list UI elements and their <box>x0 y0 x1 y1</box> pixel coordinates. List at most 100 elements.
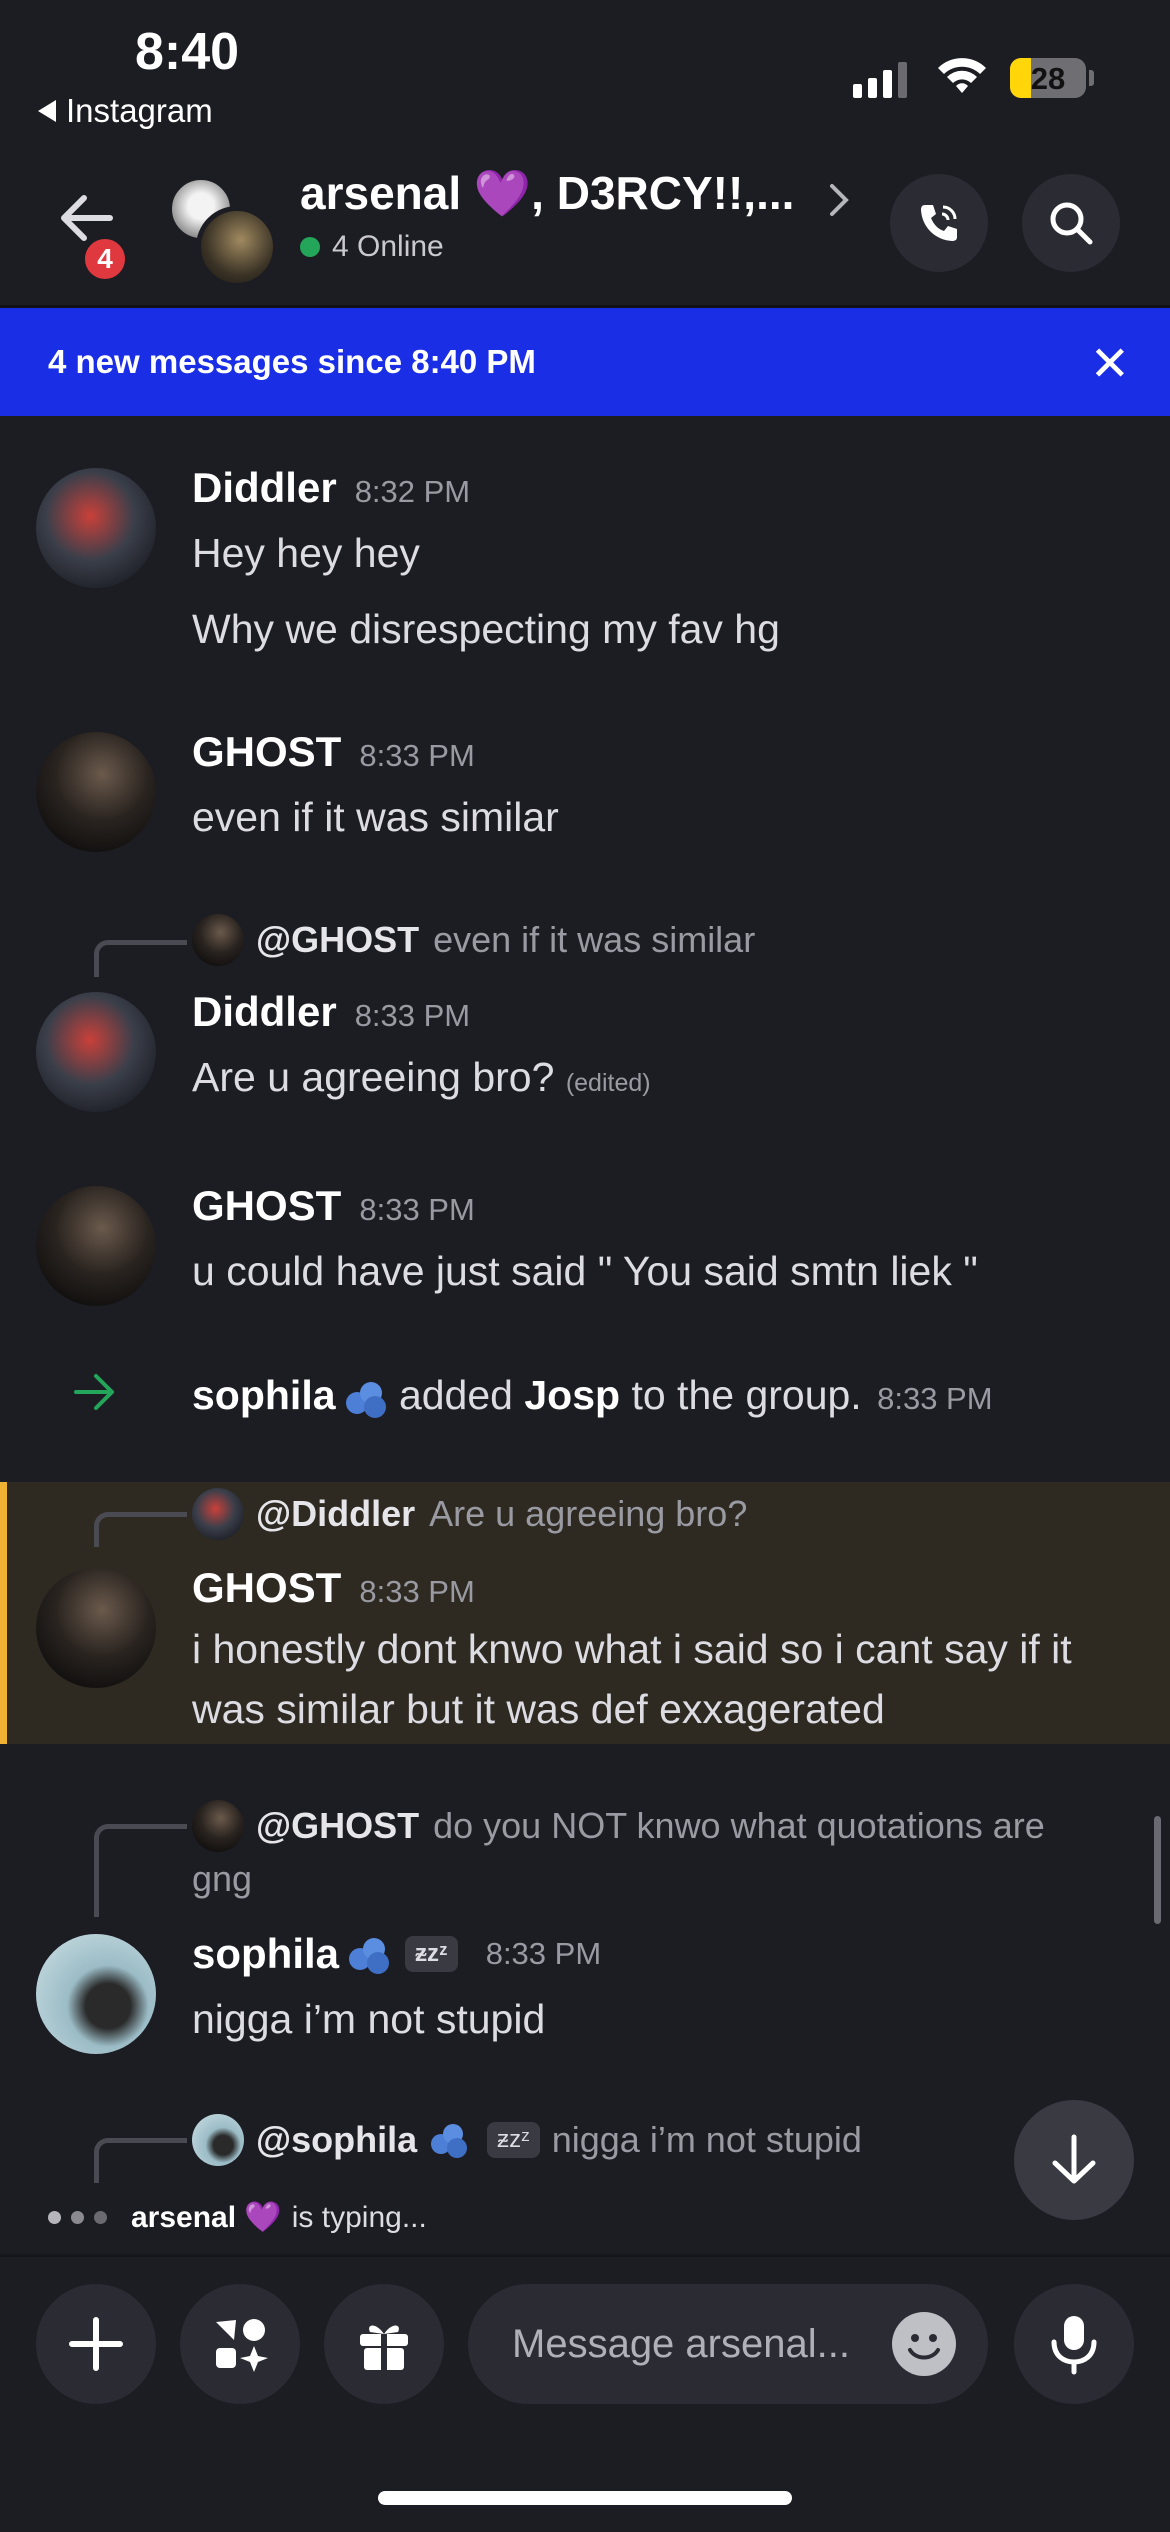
author-name[interactable]: sophila <box>192 1930 339 1978</box>
author-name[interactable]: GHOST <box>192 1182 341 1229</box>
author-name[interactable]: GHOST <box>192 728 341 775</box>
new-messages-text: 4 new messages since 8:40 PM <box>48 343 536 380</box>
channel-title[interactable]: arsenal 💜, D3RCY!!,... <box>300 166 794 221</box>
reply-author: @GHOST <box>256 919 420 960</box>
reply-text: Are u agreeing bro? <box>429 1493 748 1534</box>
guild-tag: ᵶzᶻ <box>487 2122 540 2158</box>
message-text: i honestly dont knwo what i said so i ca… <box>192 1626 1072 1672</box>
message-text: nigga i’m not stupid <box>192 1996 546 2042</box>
reply-text: nigga i’m not stupid <box>551 2119 862 2160</box>
avatar[interactable] <box>36 1934 156 2054</box>
composer-divider <box>0 2254 1170 2257</box>
reply-author: @Diddler <box>256 1493 416 1534</box>
close-icon[interactable]: ✕ <box>1090 336 1130 392</box>
reply-connector <box>94 940 187 977</box>
avatar[interactable] <box>36 732 156 852</box>
message-time: 8:33 PM <box>359 1574 475 1609</box>
reply-avatar <box>192 914 244 966</box>
avatar[interactable] <box>36 1568 156 1688</box>
avatar[interactable] <box>36 468 156 588</box>
message-time: 8:33 PM <box>359 738 475 773</box>
group-avatar-2 <box>196 206 278 288</box>
message-author[interactable]: Diddler 8:32 PM <box>192 464 470 512</box>
back-to-app-link[interactable]: Instagram <box>38 92 213 130</box>
reply-text-continued: gng <box>192 1858 253 1899</box>
typing-indicator: arsenal 💜 is typing... <box>48 2200 427 2235</box>
reply-connector <box>94 2138 187 2183</box>
system-target[interactable]: Josp <box>524 1372 620 1418</box>
wifi-icon <box>938 58 986 93</box>
voice-call-button[interactable] <box>890 174 988 272</box>
reply-preview[interactable]: @sophila ᵶzᶻ nigga i’m not stupid <box>192 2114 862 2166</box>
new-messages-banner[interactable]: 4 new messages since 8:40 PM ✕ <box>0 308 1170 416</box>
system-actor[interactable]: sophila <box>192 1372 336 1418</box>
emoji-icon[interactable] <box>892 2312 956 2376</box>
battery-tip <box>1089 70 1094 86</box>
message-text: Why we disrespecting my fav hg <box>192 606 780 652</box>
reply-avatar <box>192 1488 244 1540</box>
add-attachment-button[interactable] <box>36 2284 156 2404</box>
author-name[interactable]: GHOST <box>192 1564 341 1611</box>
blueberries-emoji-icon <box>342 1378 388 1419</box>
voice-message-button[interactable] <box>1014 2284 1134 2404</box>
arrow-down-icon <box>1052 2134 1096 2184</box>
message-time: 8:32 PM <box>354 474 471 509</box>
message-author[interactable]: GHOST 8:33 PM <box>192 1182 475 1230</box>
avatar[interactable] <box>36 1186 156 1306</box>
system-suffix: to the group. <box>631 1372 862 1418</box>
reply-avatar <box>192 2114 244 2166</box>
reply-preview[interactable]: @Diddler Are u agreeing bro? <box>192 1488 747 1540</box>
online-count: 4 Online <box>332 230 444 263</box>
message-author[interactable]: GHOST 8:33 PM <box>192 1564 475 1612</box>
typing-dot <box>48 2211 61 2224</box>
scrollbar[interactable] <box>1154 1816 1161 1924</box>
jump-to-present-button[interactable] <box>1014 2100 1134 2220</box>
message-author[interactable]: Diddler 8:33 PM <box>192 988 470 1036</box>
back-triangle-icon <box>38 100 56 122</box>
message-input-placeholder: Message arsenal... <box>512 2322 850 2366</box>
message-text: Hey hey hey <box>192 530 420 576</box>
reply-author: @GHOST <box>256 1805 420 1846</box>
phone-call-icon <box>921 205 957 241</box>
author-name[interactable]: Diddler <box>192 988 337 1035</box>
message-text: even if it was similar <box>192 794 559 840</box>
chevron-right-icon[interactable] <box>828 182 850 218</box>
message-time: 8:33 PM <box>485 1936 602 1971</box>
typing-user: arsenal 💜 <box>131 2201 282 2234</box>
microphone-icon <box>1051 2316 1097 2375</box>
unread-badge: 4 <box>80 234 130 284</box>
back-app-label: Instagram <box>66 92 213 129</box>
reply-connector <box>94 1824 187 1917</box>
status-time: 8:40 <box>135 23 240 81</box>
apps-button[interactable] <box>180 2284 300 2404</box>
message-time: 8:33 PM <box>354 998 471 1033</box>
reply-preview[interactable]: @GHOST do you NOT knwo what quotations a… <box>192 1800 1045 1852</box>
message-text: u could have just said " You said smtn l… <box>192 1248 978 1294</box>
guild-tag[interactable]: ᵶzᶻ <box>405 1936 458 1972</box>
mention-highlight-bar <box>0 1482 7 1744</box>
blueberries-emoji-icon <box>427 2120 473 2160</box>
avatar[interactable] <box>36 992 156 1112</box>
typing-dot <box>71 2211 84 2224</box>
online-status: 4 Online <box>300 230 444 264</box>
message-input[interactable]: Message arsenal... <box>468 2284 988 2404</box>
home-indicator[interactable] <box>378 2491 792 2505</box>
apps-icon <box>216 2319 268 2372</box>
battery-charging-icon: 28 <box>1010 58 1086 98</box>
search-icon <box>1050 202 1093 245</box>
system-message: sophila added Josp to the group. 8:33 PM <box>192 1372 993 1419</box>
author-name[interactable]: Diddler <box>192 464 337 511</box>
gift-icon <box>360 2325 408 2370</box>
message-author[interactable]: sophila ᵶzᶻ 8:33 PM <box>192 1930 601 1978</box>
plus-icon <box>69 2317 123 2371</box>
message-text: Are u agreeing bro? (edited) <box>192 1054 651 1101</box>
typing-text: is typing... <box>291 2200 427 2234</box>
signal-icon <box>853 58 907 98</box>
reply-author: @sophila <box>256 2119 418 2160</box>
message-author[interactable]: GHOST 8:33 PM <box>192 728 475 776</box>
reply-preview[interactable]: @GHOST even if it was similar <box>192 914 755 966</box>
search-button[interactable] <box>1022 174 1120 272</box>
typing-dot <box>94 2211 107 2224</box>
gift-button[interactable] <box>324 2284 444 2404</box>
edited-label: (edited) <box>565 1069 651 1097</box>
